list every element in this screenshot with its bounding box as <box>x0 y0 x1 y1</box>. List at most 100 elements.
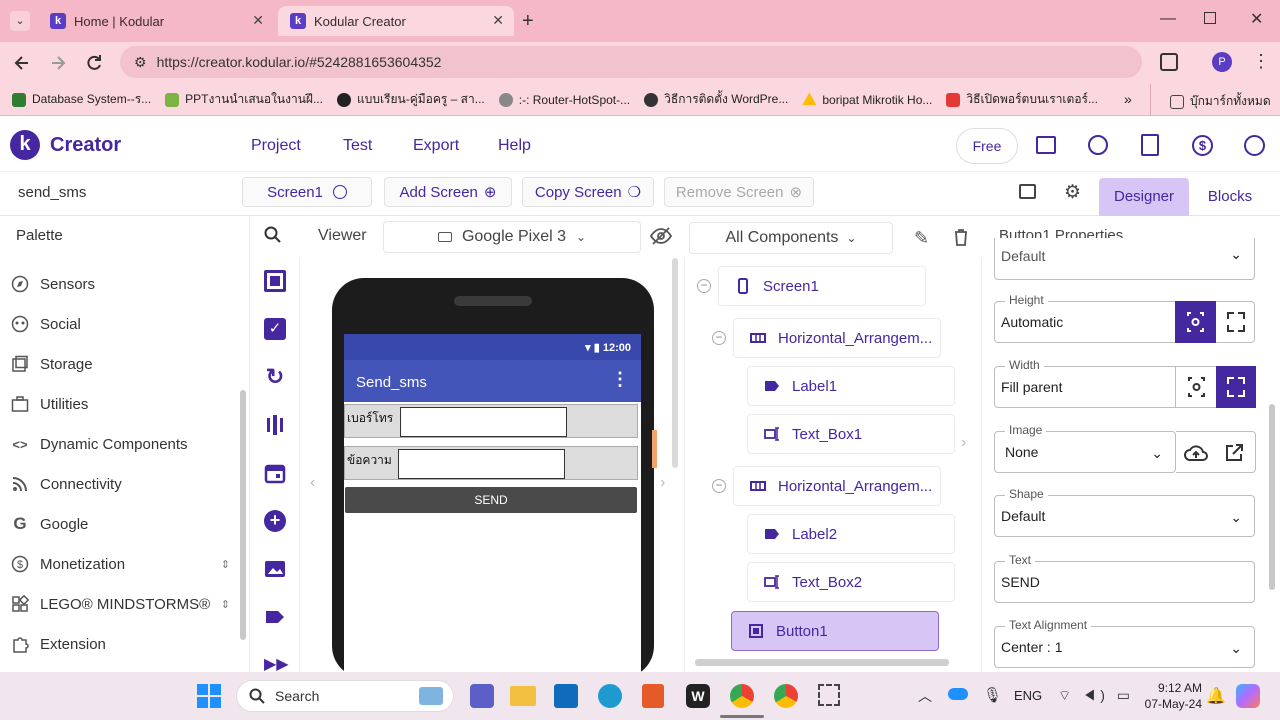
taskbar-search-box[interactable]: Search <box>236 680 454 712</box>
collapse-icon[interactable]: − <box>712 331 726 345</box>
minimize-icon[interactable]: — <box>1160 10 1176 28</box>
all-bookmarks-folder[interactable]: บุ๊กมาร์กทั้งหมด <box>1170 92 1271 111</box>
hidden-components-icon[interactable] <box>650 226 672 246</box>
tab-search-dropdown-icon[interactable]: ⌄ <box>10 11 30 31</box>
profile-avatar[interactable]: P <box>1212 52 1232 72</box>
extensions-icon[interactable] <box>1160 53 1178 71</box>
tree-node-label1[interactable]: Label1 <box>747 366 955 406</box>
device-select[interactable]: Google Pixel 3 ⌄ <box>383 221 641 253</box>
reload-icon[interactable] <box>84 53 104 73</box>
palette-category-dynamic-components[interactable]: <> Dynamic Components <box>10 432 187 456</box>
docs-icon[interactable] <box>1141 134 1159 156</box>
folder-add-icon[interactable] <box>1036 136 1056 154</box>
palette-category-social[interactable]: Social <box>10 312 81 336</box>
bookmark-item[interactable]: :-: Router-HotSpot-... <box>498 92 630 107</box>
settings-gear-icon[interactable]: ⚙ <box>1064 181 1081 204</box>
close-tab-icon[interactable]: ✕ <box>252 12 264 29</box>
store-icon[interactable] <box>554 684 578 708</box>
copilot-icon[interactable] <box>1236 684 1260 708</box>
edge-icon[interactable] <box>598 684 622 708</box>
palette-category-extension[interactable]: Extension <box>10 632 106 656</box>
tree-horizontal-scrollbar[interactable] <box>695 659 949 666</box>
height-fill-parent-toggle[interactable] <box>1216 301 1256 343</box>
new-tab-icon[interactable]: + <box>522 10 534 33</box>
viewer-scrollbar[interactable] <box>672 258 678 468</box>
palette-category-lego[interactable]: LEGO® MINDSTORMS® ⇕ <box>10 592 230 616</box>
rename-pencil-icon[interactable]: ✎ <box>914 228 929 249</box>
taskbar-clock[interactable]: 9:12 AM 07-May-24 <box>1138 681 1202 711</box>
tree-node-label2[interactable]: Label2 <box>747 514 955 554</box>
components-filter-select[interactable]: All Components ⌄ <box>689 222 893 254</box>
collapse-icon[interactable]: − <box>712 479 726 493</box>
tab-kodular-creator[interactable]: k Kodular Creator ✕ <box>278 6 514 36</box>
carousel-prev-icon[interactable]: ‹ <box>310 474 315 492</box>
tree-node-button1[interactable]: Button1 <box>731 611 939 651</box>
tree-node-horizontal-arrangement-2[interactable]: Horizontal_Arrangem... <box>733 466 941 506</box>
address-bar[interactable]: ⚙ https://creator.kodular.io/#5242881653… <box>120 46 1142 78</box>
more-bookmarks-icon[interactable]: » <box>1124 91 1132 107</box>
palette-icon[interactable] <box>1088 135 1108 155</box>
copy-screen-button[interactable]: Copy Screen ❍ <box>522 177 654 207</box>
site-info-icon[interactable]: ⚙ <box>134 54 147 71</box>
account-icon[interactable] <box>1244 135 1265 156</box>
refresh-component-icon[interactable]: ↻ <box>264 366 286 388</box>
palette-category-utilities[interactable]: Utilities <box>10 392 88 416</box>
carousel-next-icon[interactable]: › <box>660 474 665 492</box>
overflow-menu-icon[interactable]: ⋮ <box>611 369 629 390</box>
height-automatic-toggle[interactable] <box>1175 301 1216 343</box>
close-tab-icon[interactable]: ✕ <box>492 12 504 29</box>
tree-node-horizontal-arrangement-1[interactable]: Horizontal_Arrangem... <box>733 318 941 358</box>
property-image-select[interactable]: Image None ⌄ <box>994 423 1176 473</box>
properties-scrollbar[interactable] <box>1269 404 1275 590</box>
horizontal-arrangement-2[interactable]: ข้อความ <box>344 446 638 480</box>
screen-select[interactable]: Screen1 <box>242 177 372 207</box>
tree-node-text-box2[interactable]: Text_Box2 <box>747 562 955 602</box>
property-shape-select[interactable]: Shape Default ⌄ <box>994 487 1255 537</box>
tree-node-text-box1[interactable]: Text_Box1 <box>747 414 955 454</box>
language-indicator[interactable]: ENG <box>1014 688 1042 703</box>
gallery-icon[interactable] <box>1019 184 1036 199</box>
collapse-icon[interactable]: − <box>697 279 711 293</box>
nav-export[interactable]: Export <box>413 137 459 155</box>
onedrive-icon[interactable] <box>948 688 968 700</box>
nav-help[interactable]: Help <box>498 137 531 155</box>
snipping-tool-icon[interactable] <box>818 684 840 706</box>
palette-category-google[interactable]: G Google <box>10 512 88 536</box>
text-box2-preview[interactable] <box>398 449 565 479</box>
bookmark-item[interactable]: boripat Mikrotik Ho... <box>802 92 932 107</box>
designer-tab[interactable]: Designer <box>1099 178 1189 216</box>
add-screen-button[interactable]: Add Screen ⊕ <box>384 177 512 207</box>
teams-icon[interactable] <box>470 684 494 708</box>
upload-cloud-icon[interactable] <box>1184 443 1208 463</box>
plan-badge[interactable]: Free <box>956 128 1018 164</box>
app-icon[interactable] <box>642 684 664 708</box>
property-text-input[interactable]: Text SEND <box>994 553 1255 603</box>
bookmark-item[interactable]: Database System--ร... <box>12 90 151 109</box>
send-button-preview[interactable]: SEND <box>345 487 637 513</box>
wattpad-icon[interactable]: W <box>686 684 710 708</box>
text-box1-preview[interactable] <box>400 407 567 437</box>
search-icon[interactable] <box>264 226 282 244</box>
bookmark-item[interactable]: PPTงานนำเสนอในงานฝึ... <box>165 90 323 109</box>
browser-menu-icon[interactable]: ⋮ <box>1252 51 1270 72</box>
palette-category-connectivity[interactable]: Connectivity <box>10 472 122 496</box>
dollar-icon[interactable]: $ <box>1192 135 1213 156</box>
chrome-icon[interactable] <box>730 684 754 708</box>
kodular-logo-icon[interactable]: k <box>10 130 40 160</box>
width-fill-parent-toggle[interactable] <box>1216 366 1256 408</box>
bookmark-item[interactable]: แบบเรียน-คู่มือครู – สา... <box>336 90 485 109</box>
palette-category-sensors[interactable]: Sensors <box>10 272 95 296</box>
image-component-icon[interactable] <box>264 558 286 580</box>
open-external-icon[interactable] <box>1224 443 1244 463</box>
network-volume-battery-icons[interactable]: ⌔ ◀) ▭ <box>1058 687 1134 705</box>
slider-component-icon[interactable] <box>264 414 286 436</box>
bookmark-item[interactable]: วิธีการติดตั้ง WordPre... <box>644 90 788 109</box>
notification-bell-icon[interactable]: 🔔 <box>1206 686 1226 706</box>
property-default-select[interactable]: Default ⌄ <box>994 238 1255 280</box>
file-explorer-icon[interactable] <box>510 686 536 706</box>
show-hidden-icons[interactable]: ︿ <box>918 686 932 706</box>
horizontal-arrangement-1[interactable]: เบอร์โทร <box>344 404 638 438</box>
property-height[interactable]: Height Automatic <box>994 293 1256 343</box>
maximize-icon[interactable] <box>1204 12 1216 24</box>
back-icon[interactable] <box>12 53 32 73</box>
